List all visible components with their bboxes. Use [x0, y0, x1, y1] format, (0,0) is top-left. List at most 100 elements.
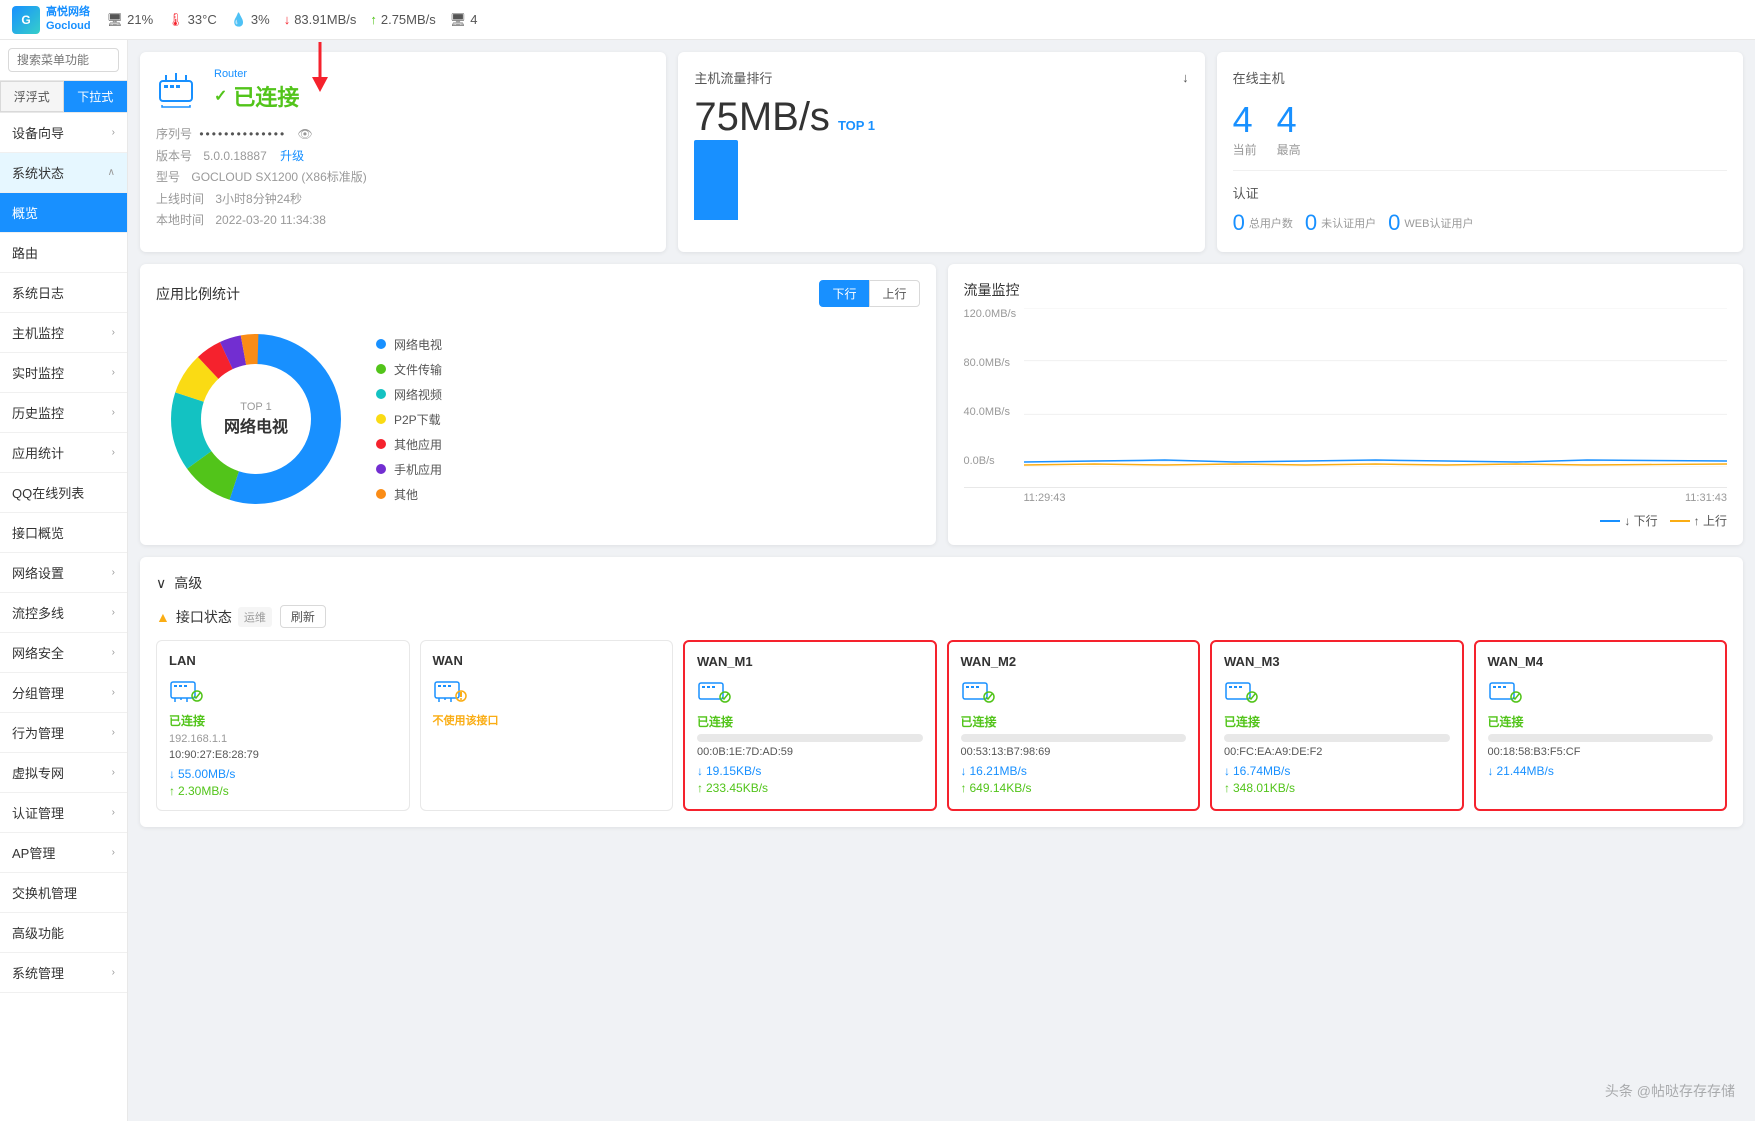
speed-up-lan: ↑ 2.30MB/s: [169, 784, 397, 798]
chevron-icon: ›: [112, 327, 115, 338]
mid-row: 应用比例统计 下行 上行: [140, 264, 1743, 545]
chevron-icon: ›: [112, 767, 115, 778]
up-arrow-icon: ↑: [697, 781, 703, 795]
app-legend: 网络电视 文件传输 网络视频 P2P下载: [376, 336, 442, 503]
ip-bar-wanm3: [1224, 734, 1450, 742]
logo-icon: G: [12, 6, 40, 34]
y-label-2: 40.0MB/s: [964, 406, 1019, 418]
down-arrow-icon: ↓: [697, 764, 703, 778]
traffic-monitor-card: 流量监控 120.0MB/s 80.0MB/s 40.0MB/s 0.0B/s: [948, 264, 1744, 545]
sidebar-item-network-settings[interactable]: 网络设置 ›: [0, 553, 127, 593]
chevron-icon: ∧: [108, 167, 115, 178]
monitor-legend: ↓ 下行 ↑ 上行: [964, 512, 1728, 529]
router-version: 版本号 5.0.0.18887 升级: [156, 146, 650, 168]
btn-down[interactable]: 下行: [819, 280, 869, 307]
sidebar-item-interface-overview[interactable]: 接口概览: [0, 513, 127, 553]
interface-name-wanm3: WAN_M3: [1224, 654, 1450, 669]
temp-icon: 🌡: [167, 12, 184, 28]
online-current-value: 4: [1233, 99, 1257, 141]
legend-item-p2p: P2P下载: [376, 411, 442, 428]
sidebar-item-app-stats[interactable]: 应用统计 ›: [0, 433, 127, 473]
warning-triangle-icon: ▲: [156, 609, 170, 625]
tab-float[interactable]: 浮浮式: [0, 81, 64, 112]
app-stats-header: 应用比例统计 下行 上行: [156, 280, 920, 307]
chevron-icon: ›: [112, 687, 115, 698]
eye-icon[interactable]: 👁: [298, 127, 313, 141]
sidebar-item-system-mgmt[interactable]: 系统管理 ›: [0, 953, 127, 993]
interface-speed-wanm3: ↓ 16.74MB/s ↑ 348.01KB/s: [1224, 764, 1450, 795]
sidebar-item-system-status[interactable]: 系统状态 ∧: [0, 153, 127, 193]
interface-status-header: ▲ 接口状态 运维 刷新: [156, 605, 1727, 628]
sidebar-item-advanced[interactable]: 高级功能: [0, 913, 127, 953]
interface-mac-wanm3: 00:FC:EA:A9:DE:F2: [1224, 746, 1450, 758]
auth-total: 0 总用户数: [1233, 210, 1293, 236]
speed-up-wanm1: ↑ 233.45KB/s: [697, 781, 923, 795]
interface-name-wanm2: WAN_M2: [961, 654, 1187, 669]
legend-down-label: ↓ 下行: [1624, 512, 1657, 529]
router-serial-value: ••••••••••••••: [199, 127, 286, 141]
monitor-chart-svg-area: [1024, 308, 1728, 467]
interface-card-wanm2: WAN_M2 已连接: [947, 640, 1201, 811]
sidebar-item-vpn[interactable]: 虚拟专网 ›: [0, 753, 127, 793]
router-model: 型号 GOCLOUD SX1200 (X86标准版): [156, 167, 650, 189]
sidebar-search-area[interactable]: [0, 40, 127, 81]
legend-dot-other: [376, 489, 386, 499]
router-icon: [156, 69, 204, 112]
sidebar-item-history-monitor[interactable]: 历史监控 ›: [0, 393, 127, 433]
sidebar-item-network-security[interactable]: 网络安全 ›: [0, 633, 127, 673]
legend-dot-mobile: [376, 464, 386, 474]
sidebar-item-overview[interactable]: 概览: [0, 193, 127, 233]
chevron-icon: ›: [112, 807, 115, 818]
router-serial: 序列号 •••••••••••••• 👁: [156, 124, 650, 146]
interface-status-section: ▲ 接口状态 运维 刷新 LAN: [156, 605, 1727, 811]
online-max: 4 最高: [1277, 99, 1301, 158]
sidebar-item-switch-mgmt[interactable]: 交换机管理: [0, 873, 127, 913]
cpu-stat: 🖥 21%: [107, 12, 154, 28]
sidebar-item-ap-mgmt[interactable]: AP管理 ›: [0, 833, 127, 873]
chevron-icon: ›: [112, 367, 115, 378]
sidebar-item-syslog[interactable]: 系统日志: [0, 273, 127, 313]
app-stats-card: 应用比例统计 下行 上行: [140, 264, 936, 545]
sidebar-item-auth-mgmt[interactable]: 认证管理 ›: [0, 793, 127, 833]
ip-bar-wanm1: [697, 734, 923, 742]
auth-web-value: 0: [1388, 210, 1400, 236]
ip-bar-wanm4: [1488, 734, 1714, 742]
traffic-rank-card: 主机流量排行 ↓ 75MB/s TOP 1: [678, 52, 1204, 252]
online-current-label: 当前: [1233, 141, 1257, 158]
btn-up[interactable]: 上行: [869, 280, 919, 307]
interface-mac-wanm4: 00:18:58:B3:F5:CF: [1488, 746, 1714, 758]
refresh-button[interactable]: 刷新: [280, 605, 326, 628]
interface-status-lan: 已连接: [169, 712, 397, 729]
sidebar-item-group-mgmt[interactable]: 分组管理 ›: [0, 673, 127, 713]
legend-label-file: 文件传输: [394, 361, 442, 378]
sidebar-item-traffic-multiline[interactable]: 流控多线 ›: [0, 593, 127, 633]
x-label-0: 11:29:43: [1024, 492, 1066, 504]
interface-status-wanm3: 已连接: [1224, 713, 1450, 730]
monitor-icon: 🖥: [107, 12, 124, 28]
legend-dot-iptv: [376, 339, 386, 349]
interface-icon-wanm1: [697, 677, 733, 705]
router-header: Router ✓ 已连接: [156, 68, 650, 112]
traffic-rank-header: 主机流量排行 ↓: [694, 68, 1188, 87]
advanced-title: 高级: [174, 573, 202, 593]
tab-dropdown[interactable]: 下拉式: [64, 81, 128, 112]
sidebar-item-qq-list[interactable]: QQ在线列表: [0, 473, 127, 513]
sidebar-item-routing[interactable]: 路由: [0, 233, 127, 273]
sidebar-item-behavior-mgmt[interactable]: 行为管理 ›: [0, 713, 127, 753]
upgrade-link[interactable]: 升级: [280, 149, 304, 163]
legend-up-label: ↑ 上行: [1694, 512, 1727, 529]
speed-up-wanm2-value: 649.14KB/s: [970, 781, 1032, 795]
router-card: Router ✓ 已连接 序列号 •••••••••••••• 👁 版: [140, 52, 666, 252]
logo-text: 高悦网络Gocloud: [46, 6, 91, 32]
speed-down-wanm2-value: 16.21MB/s: [970, 764, 1027, 778]
advanced-header[interactable]: ∨ 高级: [156, 573, 1727, 593]
y-label-0: 120.0MB/s: [964, 308, 1019, 320]
down-arrow-icon: ↓: [1224, 764, 1230, 778]
temp-value: 33°C: [188, 12, 217, 27]
speed-up-wanm3: ↑ 348.01KB/s: [1224, 781, 1450, 795]
legend-label-mobile: 手机应用: [394, 461, 442, 478]
search-input[interactable]: [8, 48, 119, 72]
sidebar-item-device-guide[interactable]: 设备向导 ›: [0, 113, 127, 153]
sidebar-item-host-monitor[interactable]: 主机监控 ›: [0, 313, 127, 353]
sidebar-item-realtime-monitor[interactable]: 实时监控 ›: [0, 353, 127, 393]
